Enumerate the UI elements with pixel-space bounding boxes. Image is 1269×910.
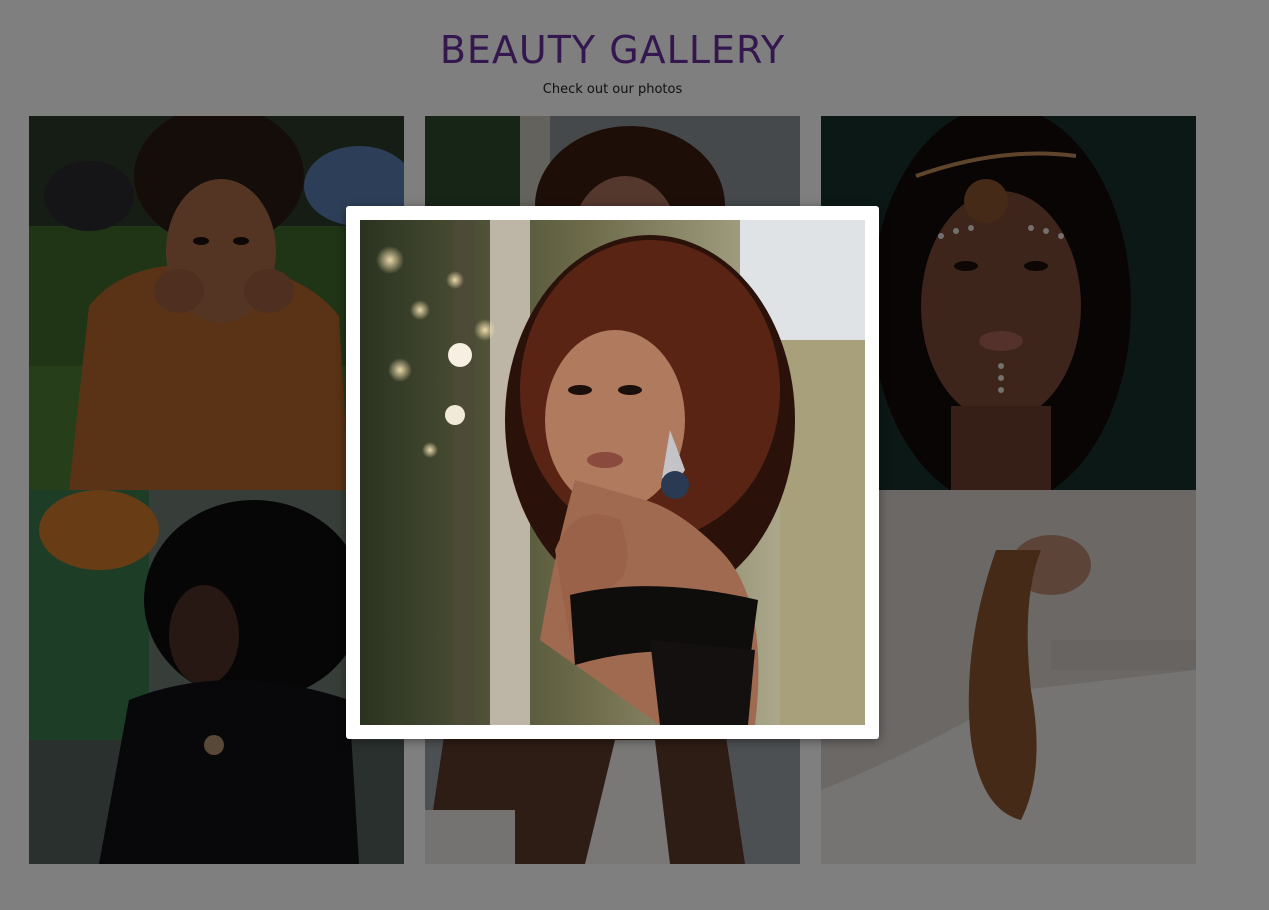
gallery-page: BEAUTY GALLERY Check out our photos [0,0,1269,910]
lightbox-modal [346,206,879,739]
woman-curly-hair-forest-full-image [360,220,865,725]
lightbox-photo [360,220,865,725]
